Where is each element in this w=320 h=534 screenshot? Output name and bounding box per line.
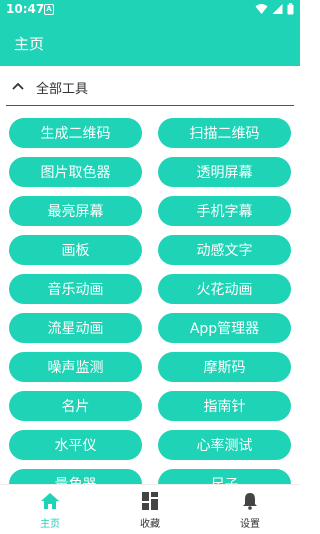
page-title: 主页 (14, 35, 45, 53)
tool-generate-qr-button[interactable]: 生成二维码 (9, 118, 142, 148)
tool-noise-monitor-button[interactable]: 噪声监测 (9, 352, 142, 382)
tool-meteor-animation-button[interactable]: 流星动画 (9, 313, 142, 343)
status-icons (255, 3, 294, 15)
tools-grid: 生成二维码 扫描二维码 图片取色器 透明屏幕 最亮屏幕 手机字幕 画板 动感文字… (0, 106, 300, 484)
app-bar: 主页 (0, 20, 300, 66)
tool-business-card-button[interactable]: 名片 (9, 391, 142, 421)
nav-settings-label: 设置 (240, 519, 260, 530)
tool-compass-button[interactable]: 指南针 (158, 391, 291, 421)
nav-favorites-label: 收藏 (140, 519, 160, 530)
section-header-all-tools[interactable]: 全部工具 (0, 66, 300, 106)
tool-brightest-screen-button[interactable]: 最亮屏幕 (9, 196, 142, 226)
bottom-nav: 主页 收藏 设置 (0, 484, 300, 533)
tool-app-manager-button[interactable]: App管理器 (158, 313, 291, 343)
tool-dynamic-text-button[interactable]: 动感文字 (158, 235, 291, 265)
bell-icon (243, 493, 257, 510)
tool-ruler-button[interactable]: 尺子 (158, 469, 291, 484)
tool-heart-rate-button[interactable]: 心率测试 (158, 430, 291, 460)
grid-icon (142, 492, 158, 510)
tool-music-animation-button[interactable]: 音乐动画 (9, 274, 142, 304)
tool-drawing-board-button[interactable]: 画板 (9, 235, 142, 265)
nav-favorites[interactable]: 收藏 (100, 485, 200, 534)
tool-phone-subtitle-button[interactable]: 手机字幕 (158, 196, 291, 226)
wifi-icon (255, 4, 268, 14)
tool-scan-qr-button[interactable]: 扫描二维码 (158, 118, 291, 148)
status-bar: 10:47 A (0, 0, 300, 20)
tool-color-picker-button[interactable]: 图片取色器 (9, 157, 142, 187)
battery-icon (287, 3, 294, 15)
nav-home-label: 主页 (40, 519, 60, 530)
tool-morse-code-button[interactable]: 摩斯码 (158, 352, 291, 382)
nav-home[interactable]: 主页 (0, 485, 100, 534)
section-label: 全部工具 (36, 82, 89, 97)
sim-icon: A (44, 4, 54, 15)
tool-spark-animation-button[interactable]: 火花动画 (158, 274, 291, 304)
status-time: 10:47 (6, 2, 45, 16)
tool-protractor-button[interactable]: 量角器 (9, 469, 142, 484)
home-icon (41, 493, 59, 509)
tool-transparent-screen-button[interactable]: 透明屏幕 (158, 157, 291, 187)
nav-settings[interactable]: 设置 (200, 485, 300, 534)
signal-icon (272, 4, 283, 14)
tool-level-button[interactable]: 水平仪 (9, 430, 142, 460)
chevron-up-icon[interactable] (10, 78, 26, 94)
